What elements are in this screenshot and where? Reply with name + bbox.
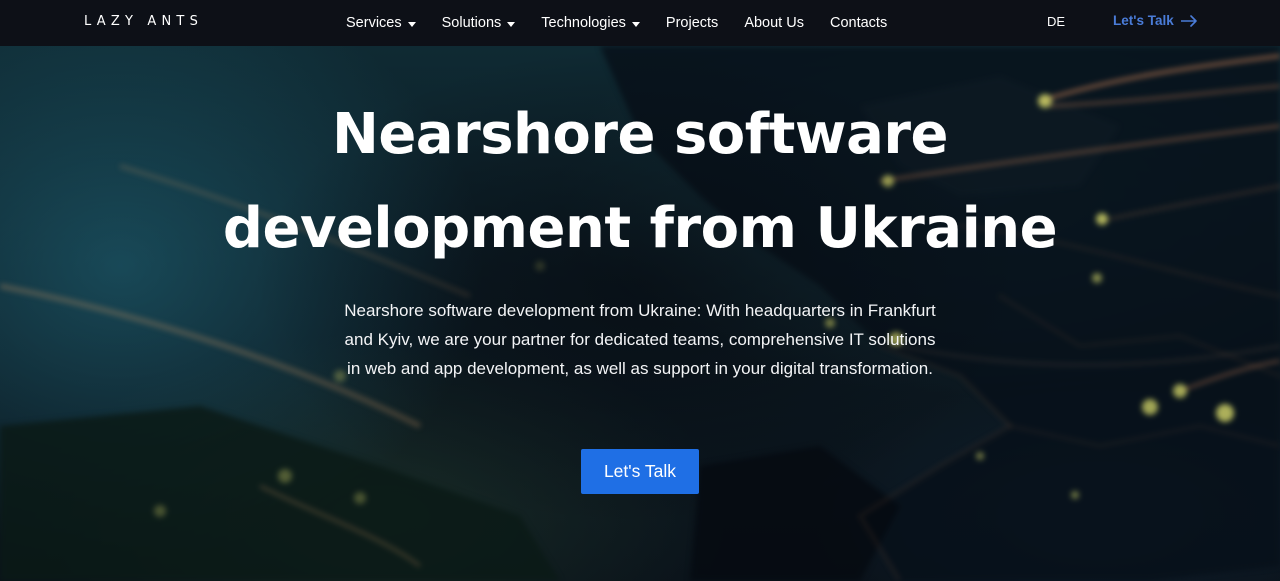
lets-talk-button[interactable]: Let's Talk: [581, 449, 699, 494]
nav-item-solutions[interactable]: Solutions: [442, 13, 516, 33]
headline-line: development from Ukraine: [222, 196, 1058, 261]
nav-item-contacts[interactable]: Contacts: [830, 13, 887, 33]
nav-label: About Us: [744, 15, 804, 31]
caret-down-icon: [631, 21, 640, 27]
nav-label: Technologies: [541, 15, 626, 31]
arrow-right-icon: [1180, 15, 1197, 27]
main-nav: Services Solutions Technologies Projects…: [346, 0, 913, 46]
lets-talk-label: Let's Talk: [1113, 13, 1174, 28]
nav-item-about-us[interactable]: About Us: [744, 13, 804, 33]
nav-item-projects[interactable]: Projects: [666, 13, 718, 33]
nav-item-services[interactable]: Services: [346, 13, 416, 33]
nav-label: Services: [346, 15, 402, 31]
nav-label: Solutions: [441, 15, 502, 31]
headline-line: Nearshore software: [331, 102, 949, 167]
lets-talk-link[interactable]: Let's Talk: [1113, 12, 1198, 30]
hero-description: Nearshore software development from Ukra…: [344, 301, 936, 378]
caret-down-icon: [407, 21, 416, 27]
top-navigation-bar: LAZY ANTS Services Solutions Technologie…: [0, 0, 1280, 46]
hero-headline: Nearshore software development from Ukra…: [140, 88, 1140, 276]
caret-down-icon: [507, 21, 516, 27]
nav-label: Contacts: [829, 15, 888, 31]
nav-item-technologies[interactable]: Technologies: [541, 13, 640, 33]
logo[interactable]: LAZY ANTS: [84, 14, 203, 30]
language-switch[interactable]: DE: [1047, 14, 1065, 30]
nav-label: Projects: [665, 15, 719, 31]
